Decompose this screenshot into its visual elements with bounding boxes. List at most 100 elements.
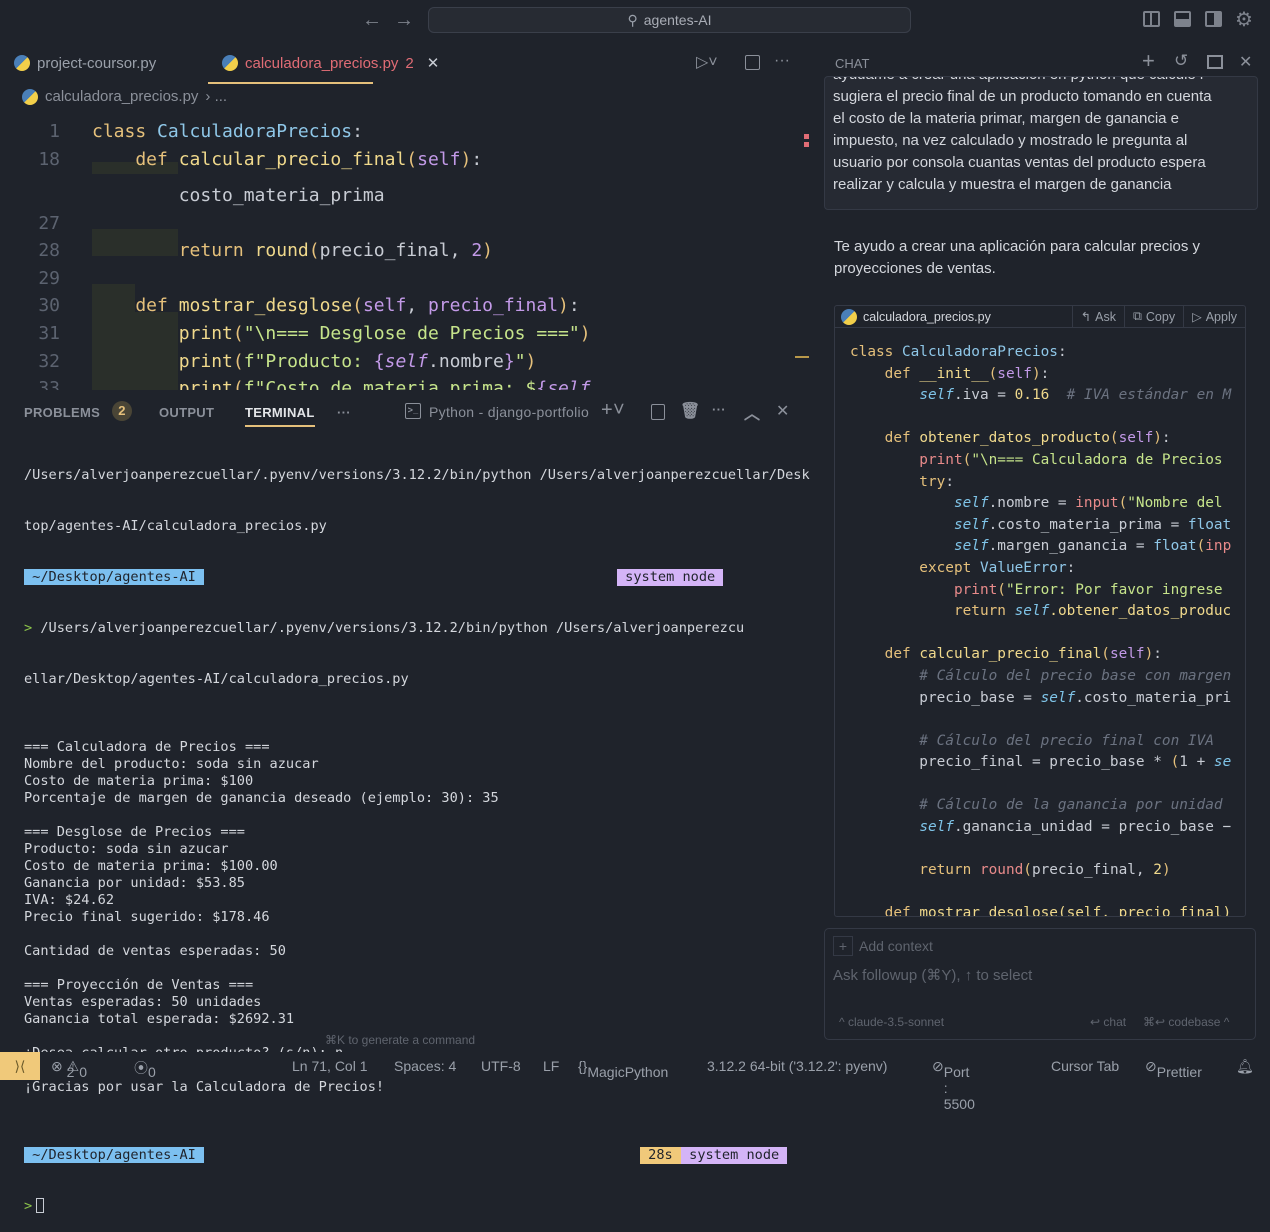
code-token: print: [850, 581, 998, 598]
ask-button[interactable]: ↰ Ask: [1071, 306, 1124, 328]
title-bar: ← → ⚲ agentes-AI ⚙: [0, 0, 1270, 40]
terminal-output[interactable]: /Users/alverjoanperezcuellar/.pyenv/vers…: [24, 433, 814, 1232]
ports-status[interactable]: ⦿ 0: [134, 1058, 156, 1080]
code-token: se: [1213, 754, 1232, 771]
maximize-chat-icon[interactable]: [1207, 55, 1223, 69]
code-token: return: [850, 603, 1015, 620]
terminal-input-line[interactable]: >: [24, 1198, 814, 1215]
code-token: :: [945, 473, 954, 490]
encoding[interactable]: UTF-8: [481, 1058, 521, 1074]
terminal-cursor: [36, 1198, 45, 1213]
trash-icon[interactable]: 🗑: [680, 401, 701, 421]
prompt-node-status: system node: [617, 569, 724, 586]
cursor-tab-status[interactable]: Cursor Tab: [1051, 1058, 1119, 1074]
terminal-instance-name[interactable]: Python - django-portfolio: [429, 404, 589, 420]
prompt-directory: ~/Desktop/agentes-AI: [24, 569, 205, 585]
close-chat-icon[interactable]: ✕: [1239, 52, 1252, 72]
toggle-panel-icon[interactable]: [1174, 11, 1191, 27]
code-token: (: [1196, 538, 1206, 555]
search-icon: ⚲: [627, 11, 638, 28]
more-tabs-icon[interactable]: ···: [337, 405, 351, 420]
editor-tabs: project-coursor.py calculadora_precios.p…: [0, 42, 820, 84]
split-editor-icon[interactable]: [745, 55, 760, 70]
add-context-icon[interactable]: +: [833, 936, 853, 956]
send-codebase-button[interactable]: ⌘↩ codebase ^: [1143, 1015, 1229, 1029]
python-interpreter[interactable]: 3.12.2 64-bit ('3.12.2': pyenv): [707, 1058, 887, 1074]
terminal-line: ¡Gracias por usar la Calculadora de Prec…: [24, 1079, 385, 1095]
history-icon[interactable]: ↺: [1174, 51, 1188, 71]
code-token: print: [92, 323, 233, 344]
language-mode[interactable]: {} MagicPython: [578, 1058, 668, 1080]
line-number: 18: [38, 149, 60, 170]
line-ending[interactable]: LF: [543, 1058, 559, 1074]
message-line: usuario por consola cuantas ventas del p…: [833, 154, 1206, 171]
code-token: self: [953, 516, 989, 533]
live-server-port[interactable]: ⊘ Port : 5500: [932, 1058, 975, 1112]
split-terminal-icon[interactable]: [651, 404, 665, 420]
code-line: self.nombre = input("Nombre del: [850, 493, 1231, 515]
new-chat-icon[interactable]: +: [1142, 48, 1155, 74]
close-panel-icon[interactable]: ✕: [776, 401, 790, 421]
toggle-sidebar-icon[interactable]: [1143, 11, 1160, 27]
terminal-line: ellar/Desktop/agentes-AI/calculadora_pre…: [24, 671, 409, 687]
prettier-status[interactable]: ⊘ Prettier: [1145, 1058, 1202, 1080]
back-button[interactable]: ←: [362, 9, 382, 32]
code-editor[interactable]: 1 class CalculadoraPrecios: 18 def calcula…: [0, 110, 810, 390]
send-chat-button[interactable]: ↩ chat: [1090, 1015, 1126, 1029]
code-token: # Cálculo del precio final con IVA: [850, 732, 1214, 749]
add-context-button[interactable]: Add context: [859, 938, 933, 954]
command-center-search[interactable]: ⚲ agentes-AI: [428, 7, 911, 33]
message-line: impuesto, na vez calculado y mostrado le…: [833, 132, 1188, 149]
tab-terminal[interactable]: TERMINAL: [245, 405, 315, 427]
more-actions-icon[interactable]: ···: [774, 52, 790, 70]
tab-output[interactable]: OUTPUT: [159, 405, 214, 420]
terminal-line: Costo de materia prima: $100.00: [24, 858, 278, 874]
run-icon[interactable]: ▷˅: [696, 52, 718, 72]
breadcrumb: calculadora_precios.py › ...: [22, 88, 227, 105]
notifications-bell-icon[interactable]: 🔔︎: [1236, 1058, 1254, 1075]
followup-input[interactable]: Ask followup (⌘Y), ↑ to select: [833, 966, 1032, 984]
toggle-secondary-sidebar-icon[interactable]: [1205, 11, 1222, 27]
code-token: self: [1014, 603, 1050, 620]
code-token: mostrar_desglose: [178, 295, 353, 316]
code-token: (: [1023, 862, 1032, 879]
code-token: ): [579, 323, 591, 344]
code-token: ): [1161, 862, 1171, 879]
code-line: return round(precio_final, 2): [92, 240, 493, 261]
cursor-position[interactable]: Ln 71, Col 1: [292, 1058, 368, 1074]
code-token: def: [850, 430, 920, 447]
model-selector[interactable]: ^ claude-3.5-sonnet: [839, 1015, 944, 1029]
remote-icon[interactable]: ⟩⟨: [0, 1052, 40, 1080]
error-count: 2: [66, 1064, 75, 1080]
maximize-panel-icon[interactable]: ︿: [744, 400, 760, 424]
breadcrumb-file[interactable]: calculadora_precios.py: [45, 88, 198, 105]
new-terminal-icon[interactable]: +˅: [601, 399, 625, 422]
terminal-line: Cantidad de ventas esperadas: 50: [24, 943, 286, 959]
breadcrumb-more[interactable]: › ...: [205, 88, 227, 105]
more-icon[interactable]: ···: [712, 402, 726, 417]
code-token: :: [1040, 365, 1050, 382]
tab-problems[interactable]: PROBLEMS: [24, 405, 100, 420]
code-token: round: [254, 240, 309, 261]
terminal-line: Precio final sugerido: $178.46: [24, 909, 270, 925]
forward-button[interactable]: →: [394, 9, 414, 32]
chat-input-box[interactable]: + Add context Ask followup (⌘Y), ↑ to se…: [824, 928, 1256, 1040]
terminal-line: top/agentes-AI/calculadora_precios.py: [24, 518, 327, 534]
warning-count: 0: [79, 1064, 87, 1080]
settings-gear-icon[interactable]: ⚙: [1235, 7, 1253, 32]
terminal-line: Porcentaje de margen de ganancia deseado…: [24, 790, 499, 806]
problems-status[interactable]: ⊗ 2 ⚠ 0: [51, 1058, 87, 1080]
copy-button[interactable]: ⧉ Copy: [1123, 306, 1183, 328]
code-token: precio_final = precio_base *: [850, 754, 1171, 771]
workspace-name: agentes-AI: [643, 12, 712, 28]
tab-calculadora-precios-content[interactable]: calculadora_precios.py 2 ✕: [222, 42, 439, 84]
prompt-arrow: >: [24, 1198, 33, 1214]
apply-button[interactable]: ▷ Apply: [1183, 306, 1245, 328]
close-tab-icon[interactable]: ✕: [427, 54, 440, 72]
tab-project-coursor[interactable]: project-coursor.py: [14, 42, 156, 84]
indentation[interactable]: Spaces: 4: [394, 1058, 456, 1074]
